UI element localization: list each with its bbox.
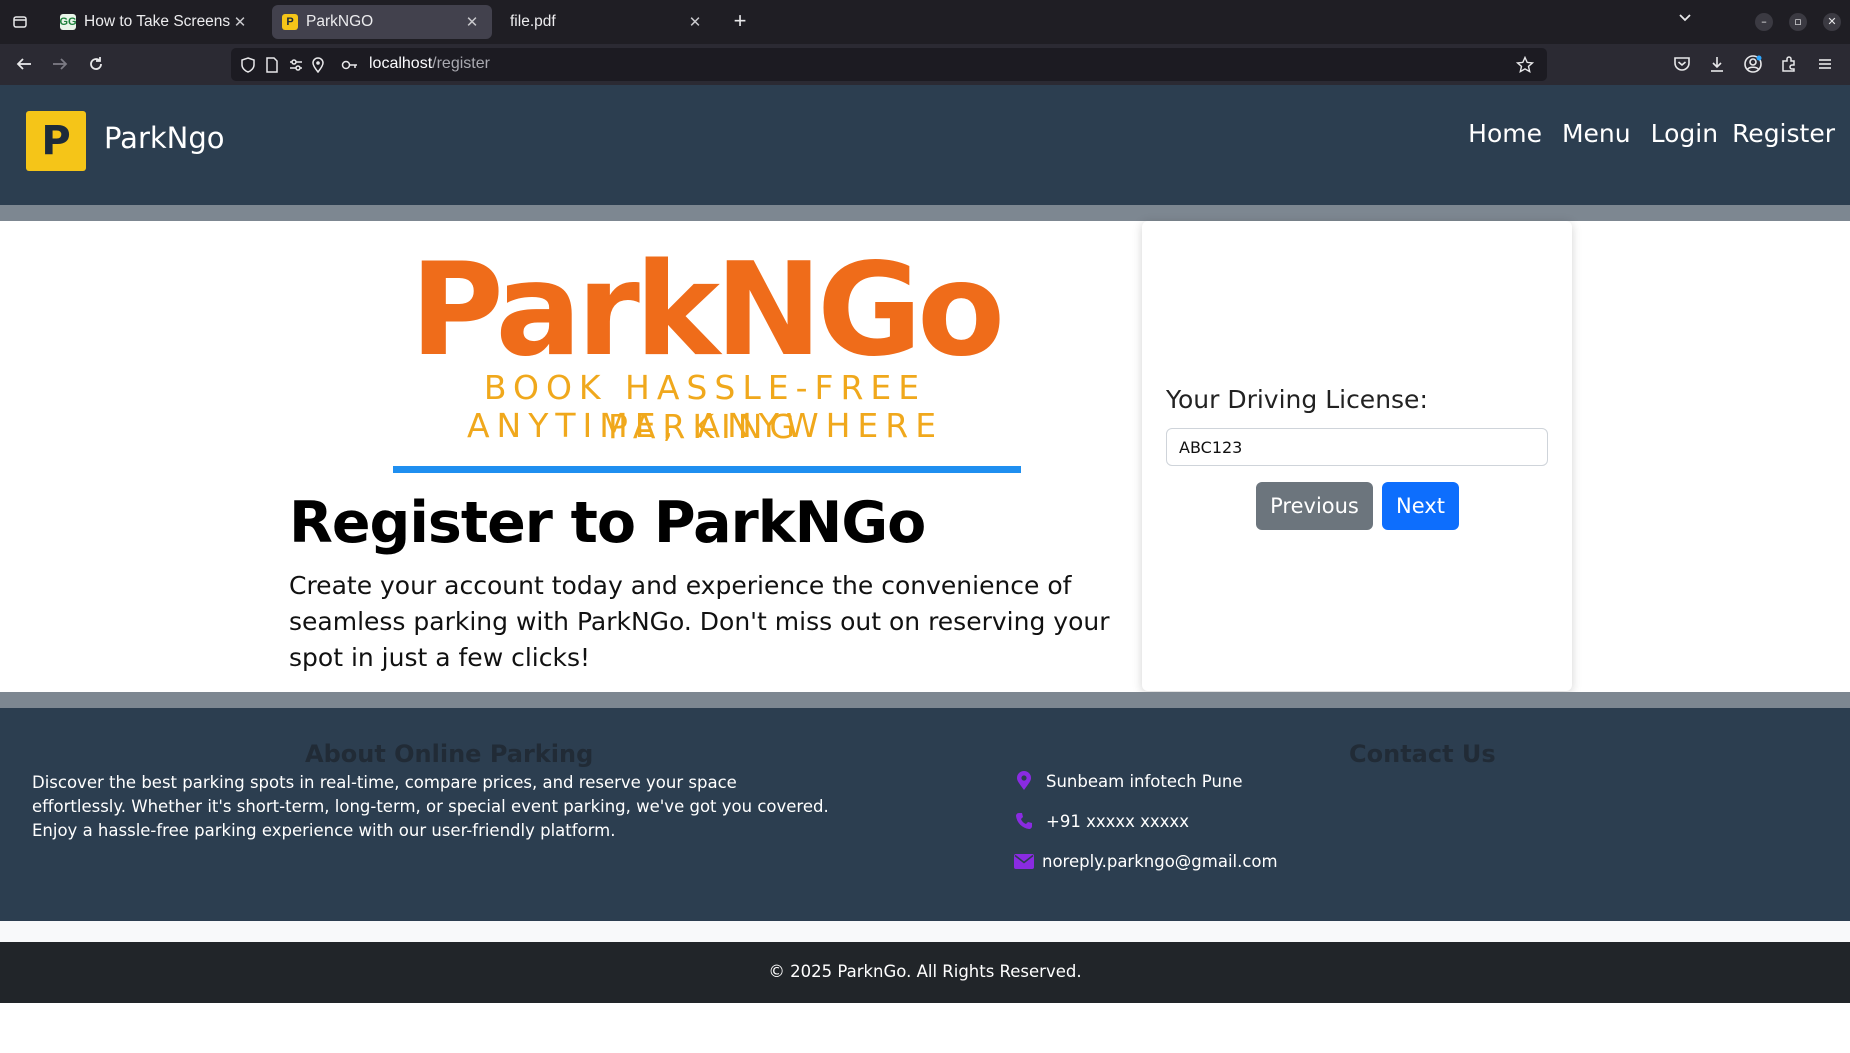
pocket-icon[interactable]	[1671, 53, 1693, 75]
footer-spacer	[0, 921, 1850, 942]
email-text[interactable]: noreply.parkngo@gmail.com	[1042, 852, 1278, 871]
contact-address: Sunbeam infotech Pune	[1014, 771, 1243, 791]
site-footer: About Online Parking Discover the best p…	[0, 708, 1850, 921]
close-icon[interactable]: ✕	[685, 13, 705, 31]
new-tab-button[interactable]: +	[728, 8, 752, 36]
section-divider	[0, 205, 1850, 221]
tab-title: file.pdf	[510, 13, 556, 30]
copyright-bar: © 2025 ParknGo. All Rights Reserved.	[0, 942, 1850, 1003]
window-close-icon[interactable]: ✕	[1823, 13, 1841, 31]
close-icon[interactable]: ✕	[230, 13, 250, 31]
restore-icon[interactable]: ▫	[1789, 13, 1807, 31]
download-icon[interactable]	[1706, 53, 1728, 75]
url-bar[interactable]: localhost/register	[231, 48, 1547, 81]
location-icon[interactable]	[307, 54, 329, 76]
site-header: P ParkNgo Home Menu Login Register	[0, 85, 1850, 205]
about-text: Discover the best parking spots in real-…	[32, 773, 829, 840]
brand-logo[interactable]: P	[26, 111, 86, 171]
account-icon[interactable]	[1742, 53, 1764, 75]
tab-title: ParkNGO	[306, 13, 374, 30]
tab-screenshot-guide[interactable]: GG How to Take Screenshot ✕	[50, 5, 260, 39]
envelope-icon	[1014, 851, 1034, 871]
nav-home[interactable]: Home	[1468, 119, 1542, 148]
phone-icon	[1014, 811, 1034, 831]
about-heading: About Online Parking	[305, 740, 594, 768]
reload-icon[interactable]	[85, 53, 107, 75]
url-host: localhost	[369, 55, 433, 72]
tab-title: How to Take Screenshot	[84, 13, 230, 30]
nav-menu[interactable]: Menu	[1562, 119, 1631, 148]
previous-button[interactable]: Previous	[1256, 482, 1373, 530]
browser-nav-bar: localhost/register	[0, 44, 1850, 85]
tab-favicon: P	[282, 14, 298, 30]
close-icon[interactable]: ✕	[462, 13, 482, 31]
hero-logo: ParkNGo BOOK HASSLE-FREE PARKING ANYTIME…	[380, 236, 1030, 476]
main-nav: Home Menu Login Register	[1448, 119, 1835, 148]
tab-file-pdf[interactable]: file.pdf ✕	[500, 5, 715, 39]
shield-icon[interactable]	[237, 54, 259, 76]
bookmark-star-icon[interactable]	[1514, 54, 1536, 76]
location-pin-icon	[1014, 771, 1034, 791]
back-icon[interactable]	[13, 53, 35, 75]
url-path: /register	[432, 55, 490, 72]
menu-icon[interactable]	[1814, 53, 1836, 75]
extensions-icon[interactable]	[1778, 53, 1800, 75]
chevron-down-icon[interactable]	[1677, 10, 1693, 30]
hero-logo-word: ParkNGo	[409, 236, 1005, 385]
registration-form-card: Your Driving License: Previous Next	[1142, 221, 1572, 691]
hero-underline	[393, 466, 1021, 473]
contact-heading: Contact Us	[1349, 740, 1496, 768]
tab-parkngo[interactable]: P ParkNGO ✕	[272, 5, 492, 39]
phone-text: +91 xxxxx xxxxx	[1046, 811, 1189, 831]
nav-login[interactable]: Login	[1651, 119, 1718, 148]
tab-favicon: GG	[59, 14, 77, 30]
next-button[interactable]: Next	[1382, 482, 1459, 530]
page-description: Create your account today and experience…	[289, 571, 1110, 672]
driving-license-label: Your Driving License:	[1166, 385, 1428, 414]
permissions-icon[interactable]	[285, 54, 307, 76]
forward-icon[interactable]	[49, 53, 71, 75]
tab-list-icon[interactable]	[0, 0, 40, 44]
url-text[interactable]: localhost/register	[369, 55, 490, 73]
contact-phone: +91 xxxxx xxxxx	[1014, 811, 1189, 831]
minimize-icon[interactable]: –	[1755, 13, 1773, 31]
address-text: Sunbeam infotech Pune	[1046, 771, 1243, 791]
key-icon[interactable]	[339, 54, 361, 76]
contact-email: noreply.parkngo@gmail.com	[1014, 851, 1278, 871]
page-title: Register to ParkNGo	[289, 490, 926, 556]
nav-register[interactable]: Register	[1732, 119, 1835, 148]
section-divider	[0, 692, 1850, 708]
copyright-text: © 2025 ParknGo. All Rights Reserved.	[768, 962, 1082, 981]
brand-name[interactable]: ParkNgo	[104, 121, 225, 155]
hero-tagline-2: ANYTIME, ANYWHERE	[466, 406, 944, 445]
page-icon	[261, 54, 283, 76]
driving-license-input[interactable]	[1166, 428, 1548, 466]
